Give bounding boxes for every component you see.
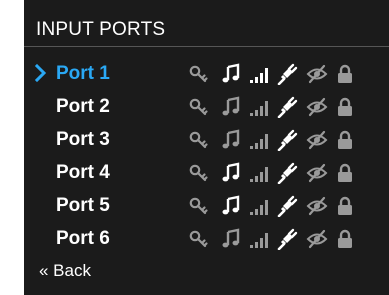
signal-icon [248,162,270,184]
port-row[interactable]: Port 4 [24,157,389,190]
signal-icon [248,129,270,151]
panel-title: INPUT PORTS [36,19,166,40]
panel-header: INPUT PORTS [24,0,389,47]
music-note-icon [220,195,242,217]
port-row[interactable]: Port 1 [24,58,389,91]
hidden-icon [306,96,328,118]
lock-icon [334,228,356,250]
port-label: Port 5 [56,195,110,216]
plug-icon [276,195,298,217]
signal-icon [248,96,270,118]
hidden-icon [306,195,328,217]
port-row[interactable]: Port 6 [24,223,389,256]
music-note-icon [220,228,242,250]
port-list: Port 1 Port 2 Port 3 Port 4 Port 5 Port 6 [24,58,389,256]
port-row[interactable]: Port 3 [24,124,389,157]
key-icon [188,96,210,118]
plug-icon [276,96,298,118]
hidden-icon [306,162,328,184]
port-row[interactable]: Port 5 [24,190,389,223]
key-icon [188,195,210,217]
music-note-icon [220,63,242,85]
lock-icon [334,96,356,118]
signal-icon [248,63,270,85]
hidden-icon [306,63,328,85]
back-button[interactable]: « Back [39,261,91,281]
music-note-icon [220,162,242,184]
music-note-icon [220,96,242,118]
plug-icon [276,228,298,250]
key-icon [188,63,210,85]
plug-icon [276,162,298,184]
input-ports-panel: INPUT PORTS Port 1 Port 2 Port 3 Port 4 Port… [24,0,389,295]
lock-icon [334,195,356,217]
lock-icon [334,162,356,184]
hidden-icon [306,129,328,151]
port-row[interactable]: Port 2 [24,91,389,124]
port-label: Port 6 [56,228,110,249]
lock-icon [334,129,356,151]
key-icon [188,129,210,151]
signal-icon [248,228,270,250]
plug-icon [276,63,298,85]
port-label: Port 3 [56,129,110,150]
plug-icon [276,129,298,151]
port-label: Port 1 [56,63,110,84]
key-icon [188,162,210,184]
lock-icon [334,63,356,85]
port-label: Port 2 [56,96,110,117]
port-label: Port 4 [56,162,110,183]
hidden-icon [306,228,328,250]
signal-icon [248,195,270,217]
selection-chevron-icon [34,63,47,83]
key-icon [188,228,210,250]
music-note-icon [220,129,242,151]
